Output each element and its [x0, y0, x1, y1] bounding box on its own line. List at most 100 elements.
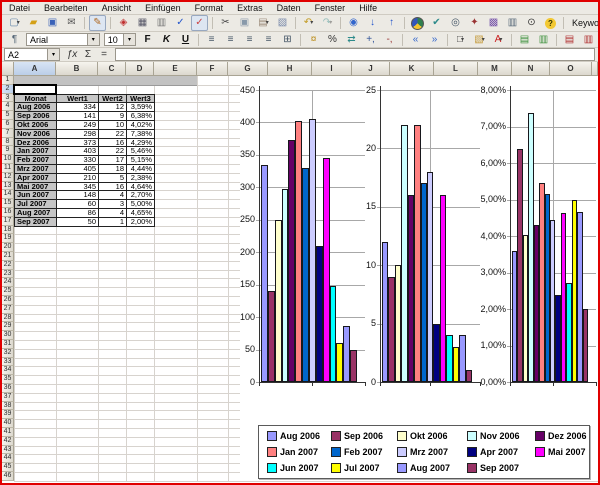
table-month-cell[interactable]: Nov 2006	[15, 130, 57, 139]
table-wert1-cell[interactable]: 345	[57, 183, 99, 192]
table-wert1-cell[interactable]: 334	[57, 103, 99, 112]
row-header-28[interactable]: 28	[2, 314, 14, 323]
table-wert2-cell[interactable]: 22	[99, 130, 127, 139]
table-wert1-cell[interactable]: 60	[57, 200, 99, 209]
redo-icon[interactable]: ↷▾	[319, 15, 336, 31]
column-header-j[interactable]: J	[352, 62, 390, 76]
table-wert1-cell[interactable]: 330	[57, 156, 99, 165]
row-header-18[interactable]: 18	[2, 226, 14, 235]
column-header-d[interactable]: D	[126, 62, 154, 76]
row-header-38[interactable]: 38	[2, 402, 14, 411]
row-header-23[interactable]: 23	[2, 270, 14, 279]
auto-spellcheck-icon[interactable]: ✓	[191, 15, 208, 31]
row-header-33[interactable]: 33	[2, 358, 14, 367]
table-wert2-cell[interactable]: 10	[99, 121, 127, 130]
row-header-14[interactable]: 14	[2, 190, 14, 199]
row-header-46[interactable]: 46	[2, 472, 14, 481]
navigator-icon[interactable]: ✦	[466, 15, 483, 31]
edit-mode-icon[interactable]: ✎	[89, 15, 106, 31]
table-wert3-cell[interactable]: 5,00%	[127, 200, 155, 209]
table-header-cell[interactable]: Wert3	[127, 95, 155, 104]
table-wert3-cell[interactable]: 3,59%	[127, 103, 155, 112]
cell-cursor[interactable]	[13, 84, 57, 95]
font-name-select[interactable]: Arial ▾	[26, 33, 100, 46]
font-size-select[interactable]: 10 ▾	[104, 33, 136, 46]
name-box[interactable]: A2 ▾	[4, 48, 60, 61]
column-header-partial[interactable]	[592, 62, 598, 76]
menu-item-ansicht[interactable]: Ansicht	[95, 3, 139, 13]
decrease-indent-icon[interactable]: «	[407, 32, 424, 48]
currency-format-icon[interactable]: ¤	[305, 32, 322, 48]
table-month-cell[interactable]: Okt 2006	[15, 121, 57, 130]
add-decimal-icon[interactable]: +,	[362, 32, 379, 48]
copy-icon[interactable]: ▣	[236, 15, 253, 31]
gallery-icon[interactable]: ▩	[485, 15, 502, 31]
table-wert2-cell[interactable]: 16	[99, 183, 127, 192]
menu-item-hilfe[interactable]: Hilfe	[352, 3, 384, 13]
menu-item-fenster[interactable]: Fenster	[308, 3, 353, 13]
table-wert1-cell[interactable]: 298	[57, 130, 99, 139]
table-header-cell[interactable]: Wert2	[99, 95, 127, 104]
delete-row-icon[interactable]: ▤	[561, 32, 578, 48]
new-document-icon[interactable]: ▢▾	[6, 15, 23, 31]
help-icon[interactable]: ?	[542, 15, 559, 31]
row-header-45[interactable]: 45	[2, 463, 14, 472]
table-wert2-cell[interactable]: 1	[99, 218, 127, 227]
table-wert2-cell[interactable]: 3	[99, 200, 127, 209]
table-wert3-cell[interactable]: 6,38%	[127, 112, 155, 121]
row-header-9[interactable]: 9	[2, 146, 14, 155]
row-header-30[interactable]: 30	[2, 331, 14, 340]
delete-column-icon[interactable]: ▥	[580, 32, 597, 48]
table-wert3-cell[interactable]: 2,38%	[127, 174, 155, 183]
format-paintbrush-icon[interactable]: ▧	[274, 15, 291, 31]
row-header-35[interactable]: 35	[2, 375, 14, 384]
table-wert1-cell[interactable]: 249	[57, 121, 99, 130]
column-header-k[interactable]: K	[390, 62, 434, 76]
table-wert1-cell[interactable]: 86	[57, 209, 99, 218]
row-header-42[interactable]: 42	[2, 437, 14, 446]
column-header-i[interactable]: I	[312, 62, 352, 76]
table-wert3-cell[interactable]: 5,15%	[127, 156, 155, 165]
undo-icon[interactable]: ↶▾	[300, 15, 317, 31]
column-header-n[interactable]: N	[512, 62, 550, 76]
spellcheck-icon[interactable]: ✓	[172, 15, 189, 31]
chevron-down-icon[interactable]: ▾	[87, 34, 99, 45]
row-header-39[interactable]: 39	[2, 410, 14, 419]
standard-format-icon[interactable]: ⇄	[343, 32, 360, 48]
cut-icon[interactable]: ✂	[217, 15, 234, 31]
row-header-17[interactable]: 17	[2, 217, 14, 226]
percent-format-icon[interactable]: %	[324, 32, 341, 48]
menu-item-format[interactable]: Format	[188, 3, 231, 13]
sheet-corner[interactable]	[2, 62, 14, 76]
table-wert2-cell[interactable]: 9	[99, 112, 127, 121]
column-header-h[interactable]: H	[268, 62, 312, 76]
table-header-cell[interactable]: Wert1	[57, 95, 99, 104]
function-wizard-icon[interactable]: ƒx	[64, 49, 80, 60]
row-header-22[interactable]: 22	[2, 261, 14, 270]
table-wert2-cell[interactable]: 17	[99, 156, 127, 165]
row-header-20[interactable]: 20	[2, 243, 14, 252]
row-header-24[interactable]: 24	[2, 278, 14, 287]
table-wert1-cell[interactable]: 373	[57, 139, 99, 148]
row-header-44[interactable]: 44	[2, 454, 14, 463]
find-replace-icon[interactable]: ◎	[447, 15, 464, 31]
table-month-cell[interactable]: Sep 2007	[15, 218, 57, 227]
table-header-cell[interactable]: Monat	[15, 95, 57, 104]
table-month-cell[interactable]: Jul 2007	[15, 200, 57, 209]
font-color-icon[interactable]: A▾	[490, 32, 507, 48]
table-wert2-cell[interactable]: 18	[99, 165, 127, 174]
row-header-37[interactable]: 37	[2, 393, 14, 402]
styles-icon[interactable]: ¶	[6, 32, 23, 48]
table-wert3-cell[interactable]: 2,70%	[127, 191, 155, 200]
align-justified-icon[interactable]: ≡	[260, 32, 277, 48]
row-header-41[interactable]: 41	[2, 428, 14, 437]
row-header-31[interactable]: 31	[2, 340, 14, 349]
insert-chart-icon[interactable]	[409, 15, 426, 31]
table-wert3-cell[interactable]: 4,64%	[127, 183, 155, 192]
email-icon[interactable]: ✉	[63, 15, 80, 31]
open-folder-icon[interactable]: ▰	[25, 15, 42, 31]
row-header-26[interactable]: 26	[2, 296, 14, 305]
row-header-21[interactable]: 21	[2, 252, 14, 261]
column-header-o[interactable]: O	[550, 62, 592, 76]
column-header-e[interactable]: E	[154, 62, 197, 76]
